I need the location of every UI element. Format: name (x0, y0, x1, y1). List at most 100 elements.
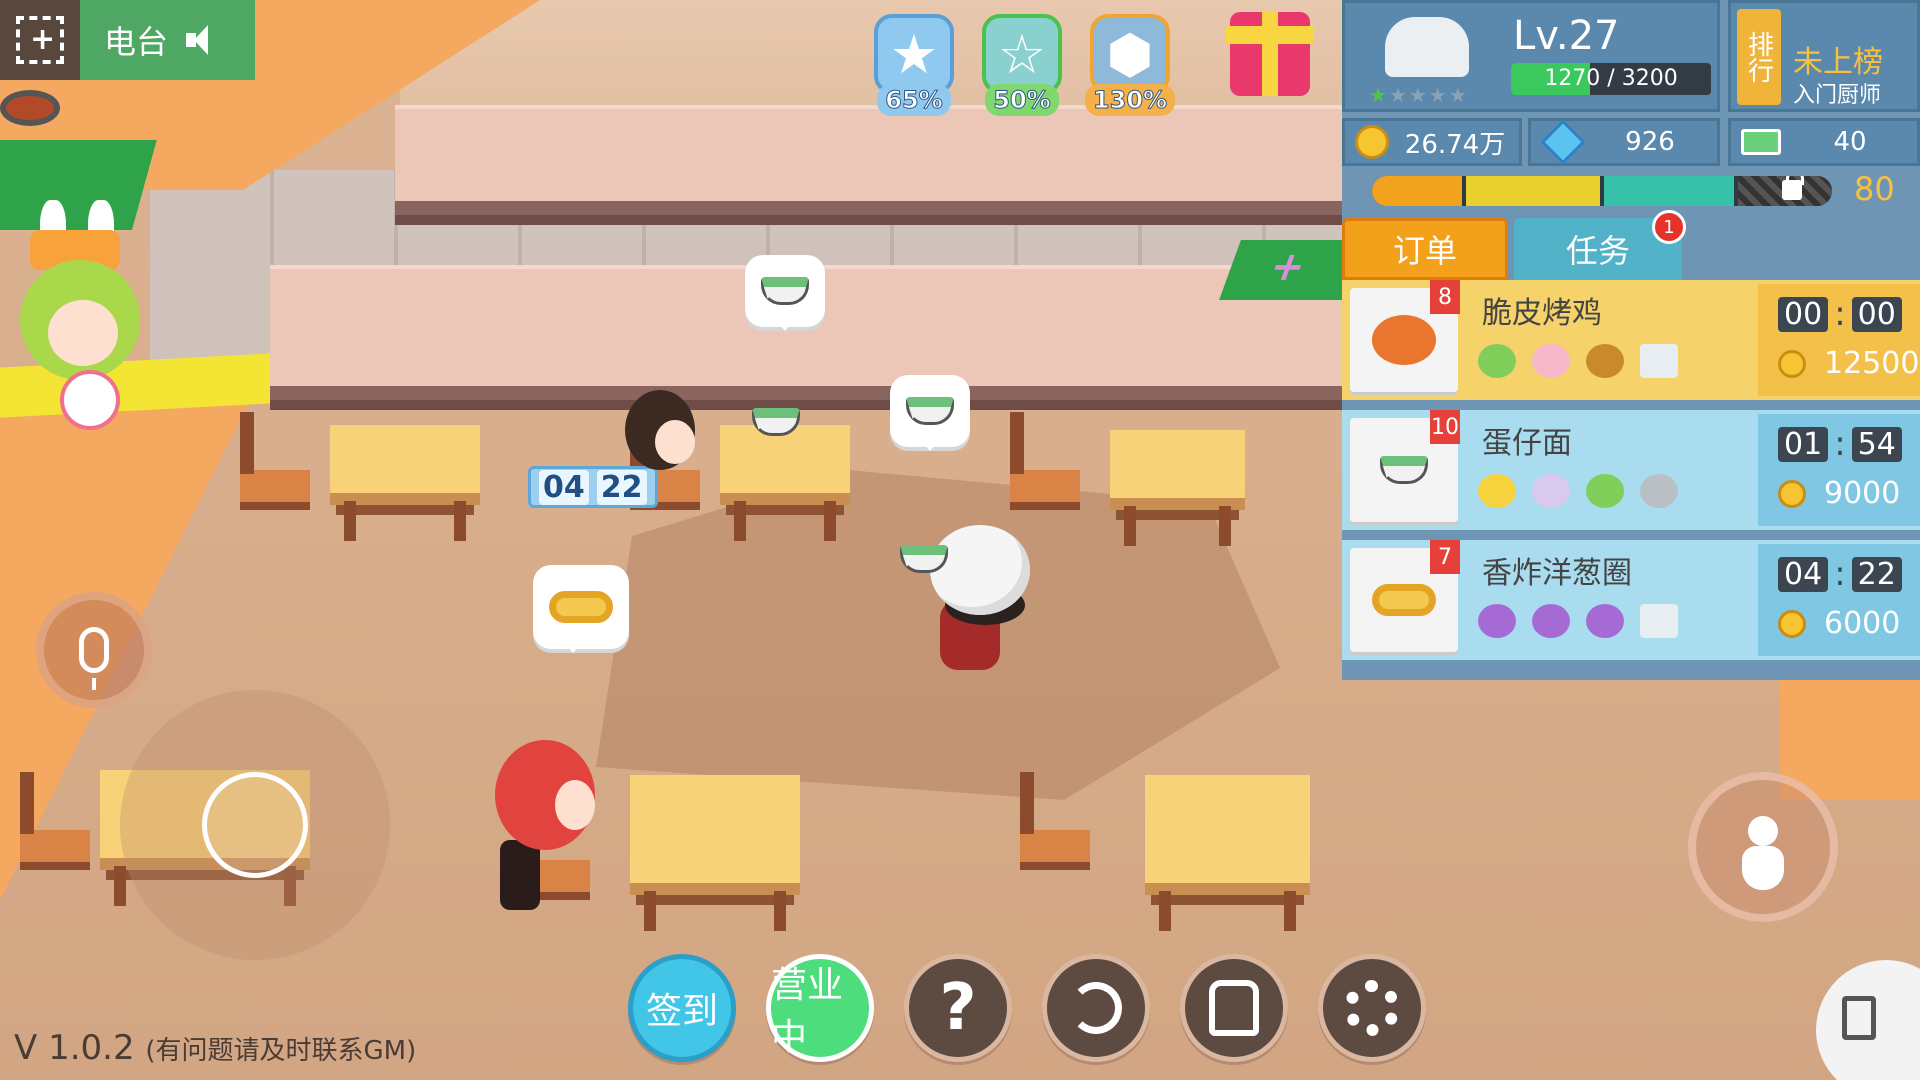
order-minutes: 00 (1778, 296, 1829, 332)
cash-balance[interactable]: 40 (1728, 118, 1920, 166)
order-list: 8 脆皮烤鸡 00 : 00 12500 10 蛋仔面 01: 54 9000… (1342, 280, 1920, 670)
order-quantity: 7 (1430, 540, 1460, 574)
order-countdown: 01 : 54 (1778, 424, 1902, 464)
cash-amount: 40 (1833, 127, 1867, 157)
settings-button[interactable] (1318, 954, 1426, 1062)
gem-balance[interactable]: 926 (1528, 118, 1720, 166)
chair (240, 412, 310, 510)
onion-icon (1586, 604, 1624, 638)
ranking-button[interactable]: 排行 未上榜 入门厨师 (1728, 0, 1920, 112)
checkin-button[interactable]: 签到 (628, 954, 736, 1062)
scan-frame-icon (16, 16, 64, 64)
dining-table[interactable] (1110, 430, 1245, 546)
joystick-knob[interactable] (202, 772, 308, 878)
order-minutes: 01 (1778, 426, 1829, 462)
backpack-button[interactable] (1180, 954, 1288, 1062)
xp-progress-bar: 1270 / 3200 (1511, 63, 1711, 95)
movement-joystick[interactable] (120, 690, 390, 960)
receptionist-body (60, 370, 120, 430)
business-status-button[interactable]: 营业中 (766, 954, 874, 1062)
voice-chat-button[interactable] (36, 592, 152, 708)
notification-badge: 1 (1652, 210, 1686, 244)
ranking-status: 未上榜 (1793, 45, 1883, 80)
radio-button[interactable]: 电台 (80, 0, 255, 80)
energy-bar (1372, 176, 1832, 206)
order-bubble-noodles[interactable] (745, 255, 825, 331)
spice-icon (1586, 344, 1624, 378)
rating-chef-badge[interactable]: ⬢ 130% (1084, 14, 1176, 116)
dining-table[interactable] (720, 425, 850, 541)
ranking-tag: 排行 (1737, 9, 1781, 105)
egg-icon (1532, 474, 1570, 508)
order-name: 脆皮烤鸡 (1482, 296, 1602, 331)
tab-orders[interactable]: 订单 (1342, 218, 1508, 280)
gift-icon[interactable] (1226, 12, 1314, 96)
customer-body (500, 840, 540, 910)
star-icon: ★ (874, 14, 954, 94)
coin-icon (1778, 479, 1806, 508)
order-card[interactable]: 10 蛋仔面 01 : 54 9000 (1342, 410, 1920, 530)
order-bubble-onion-rings[interactable] (533, 565, 629, 653)
action-button[interactable] (1688, 772, 1838, 922)
rating-percent: 65% (877, 84, 951, 116)
backpack-icon (1209, 980, 1259, 1036)
order-name: 香炸洋葱圈 (1482, 556, 1632, 591)
dining-table[interactable] (1145, 775, 1310, 931)
lock-icon (1782, 176, 1804, 200)
star-outline-icon: ☆ (982, 14, 1062, 94)
player-chef[interactable] (930, 525, 1030, 615)
oven-icon (1640, 344, 1678, 378)
floor-shadow (596, 470, 1280, 800)
serving-counter (395, 105, 1355, 215)
reward-amount: 9000 (1824, 476, 1901, 511)
gem-amount: 926 (1625, 127, 1675, 157)
pot-icon (1640, 474, 1678, 508)
order-reward: 6000 (1778, 606, 1900, 641)
order-seconds: 22 (1851, 556, 1902, 592)
chef-star-rating: ★★★★★ (1369, 83, 1469, 107)
rating-star[interactable]: ★ 65% (872, 14, 956, 116)
order-card[interactable]: 8 脆皮烤鸡 00 : 00 12500 (1342, 280, 1920, 400)
ingredient-list (1478, 344, 1678, 378)
noodle-bowl-icon (761, 277, 809, 305)
help-button[interactable]: ? (904, 954, 1012, 1062)
order-quantity: 10 (1430, 410, 1460, 444)
exit-door-icon (1842, 996, 1876, 1040)
cash-icon (1741, 129, 1781, 155)
fullscreen-button[interactable] (0, 0, 80, 80)
onion-icon (1478, 604, 1516, 638)
receptionist-face (48, 300, 118, 366)
player-profile[interactable]: ★★★★★ Lv.27 1270 / 3200 (1342, 0, 1720, 112)
return-button[interactable] (1042, 954, 1150, 1062)
energy-value: 80 (1854, 170, 1895, 208)
order-bubble-noodles[interactable] (890, 375, 970, 451)
coin-balance[interactable]: 26.74万 (1342, 118, 1522, 166)
dining-table[interactable] (630, 775, 800, 931)
stove[interactable] (0, 90, 60, 126)
order-card[interactable]: 7 香炸洋葱圈 04 : 22 6000 (1342, 540, 1920, 660)
customer-wait-timer: 04 22 (528, 466, 658, 508)
rating-star-outline[interactable]: ☆ 50% (980, 14, 1064, 116)
version-label: V 1.0.2 (有问题请及时联系GM) (14, 1028, 416, 1068)
prep-counter[interactable] (0, 140, 157, 230)
chef-title: 入门厨师 (1793, 83, 1882, 108)
dining-table[interactable] (330, 425, 480, 541)
version-note: (有问题请及时联系GM) (145, 1036, 417, 1066)
status-panel: ★★★★★ Lv.27 1270 / 3200 排行 未上榜 入门厨师 26.7… (1342, 0, 1920, 680)
speaker-icon (186, 25, 220, 55)
order-quantity: 8 (1430, 280, 1460, 314)
coin-icon (1355, 125, 1389, 159)
energy-segment (1372, 176, 1462, 206)
coin-amount: 26.74万 (1404, 129, 1506, 160)
energy-locked-segment (1738, 176, 1832, 206)
order-seconds: 54 (1851, 426, 1902, 462)
lightning-icon (1478, 474, 1516, 508)
microphone-icon (79, 627, 109, 690)
customer-face (555, 780, 595, 830)
order-minutes: 04 (1778, 556, 1829, 592)
order-countdown: 04 : 22 (1778, 554, 1902, 594)
noodle-bowl-icon (906, 397, 954, 425)
coin-icon (1778, 609, 1806, 638)
lettuce-icon (1586, 474, 1624, 508)
order-countdown: 00 : 00 (1778, 294, 1902, 334)
